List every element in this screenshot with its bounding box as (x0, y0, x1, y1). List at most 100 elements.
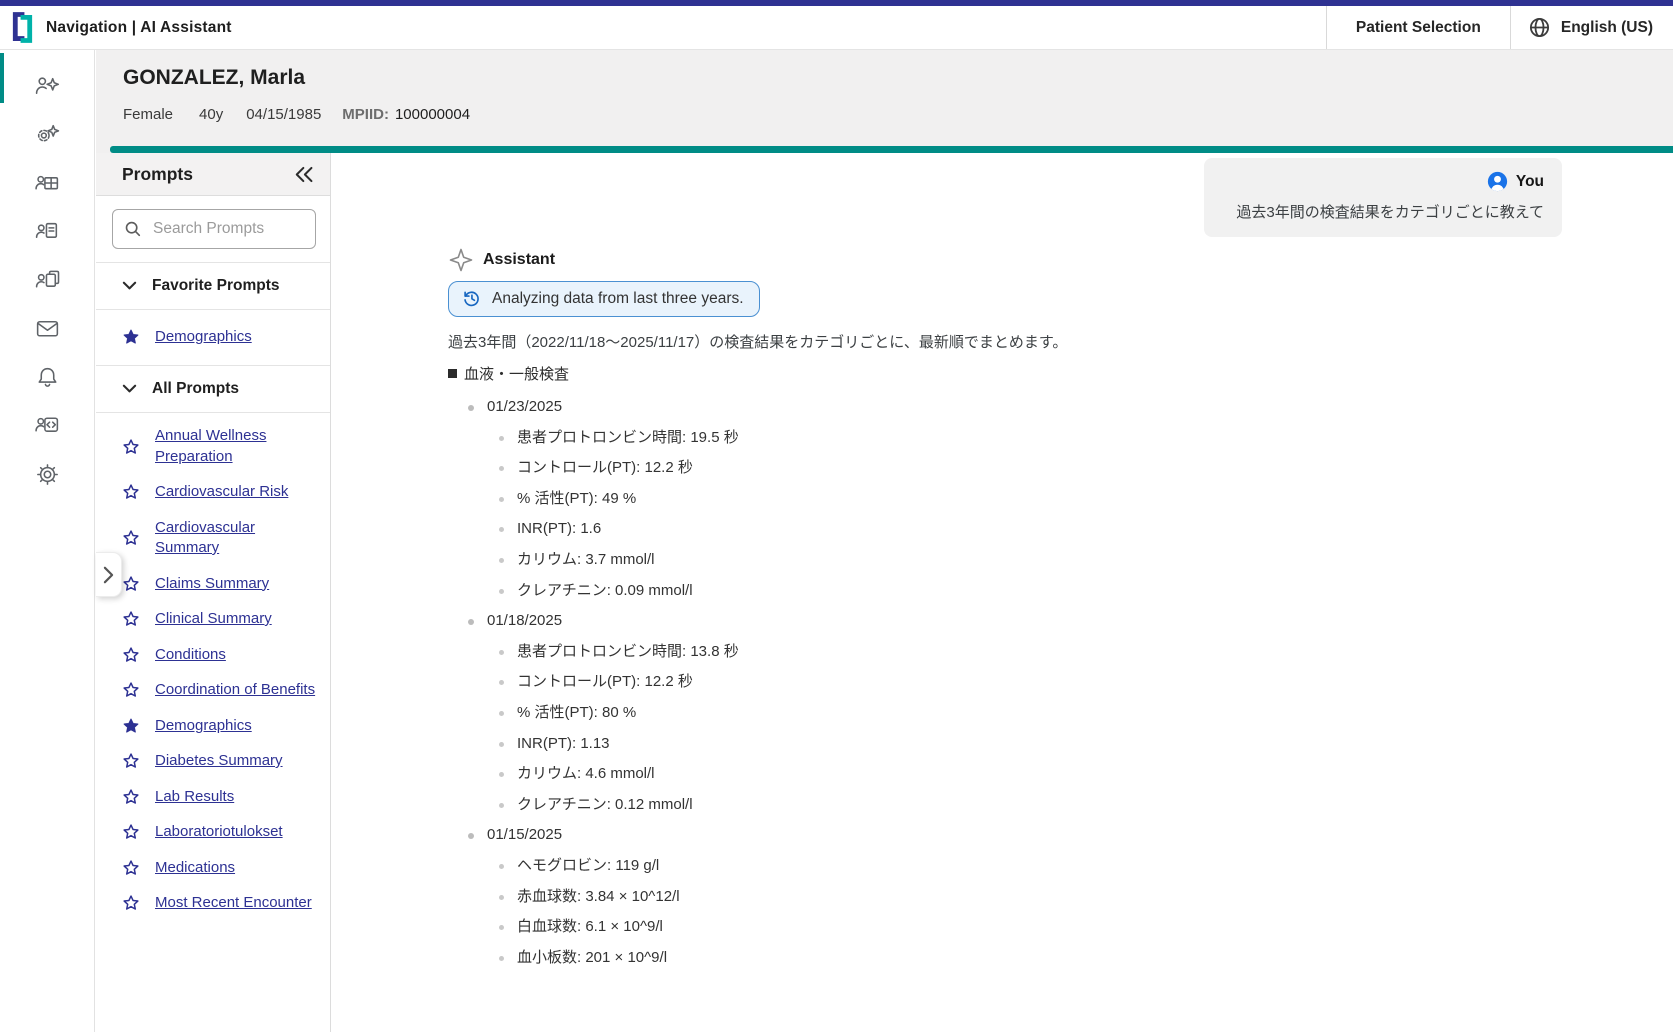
all-prompts-section-toggle[interactable]: All Prompts (96, 366, 330, 412)
lab-result-item: コントロール(PT): 12.2 秒 (498, 667, 1428, 698)
prompt-list-item: Cardiovascular Summary (96, 510, 330, 566)
prompt-link[interactable]: Lab Results (155, 787, 234, 808)
star-outline-icon[interactable] (122, 575, 140, 593)
patient-mpiid-label: MPIID: (342, 106, 389, 123)
lab-category-title: 血液・一般検査 (464, 363, 569, 384)
rail-item-settings[interactable] (0, 450, 94, 499)
favorite-prompts-section-toggle[interactable]: Favorite Prompts (96, 263, 330, 309)
prompt-list-item: Coordination of Benefits (96, 673, 330, 709)
lab-result-item: 患者プロトロンビン時間: 19.5 秒 (498, 423, 1428, 454)
patient-meta: Female 40y 04/15/1985 MPIID: 100000004 (123, 106, 470, 123)
assistant-intro-text: 過去3年間（2022/11/18～2025/11/17）の検査結果をカテゴリごと… (448, 332, 1428, 353)
star-outline-icon[interactable] (122, 894, 140, 912)
lab-date-group: 01/15/2025 ヘモグロビン: 119 g/l赤血球数: 3.84 × 1… (466, 820, 1428, 973)
prompt-list-item: Cardiovascular Risk (96, 475, 330, 511)
all-prompts-list: Annual Wellness Preparation Cardiovascul… (96, 413, 330, 928)
star-filled-icon[interactable] (122, 328, 140, 346)
prompt-list-item: Demographics (96, 315, 330, 360)
prompt-link[interactable]: Annual Wellness Preparation (155, 426, 320, 467)
search-icon (124, 220, 142, 238)
lab-date-results: ヘモグロビン: 119 g/l赤血球数: 3.84 × 10^12/l白血球数:… (466, 851, 1428, 973)
chat-area: You 過去3年間の検査結果をカテゴリごとに教えて Assistant Anal… (332, 153, 1673, 1032)
lab-result-item: カリウム: 4.6 mmol/l (498, 759, 1428, 790)
lab-result-item: 血小板数: 201 × 10^9/l (498, 943, 1428, 974)
chevron-down-icon (122, 384, 137, 394)
patient-selection-button[interactable]: Patient Selection (1326, 6, 1511, 49)
favorite-prompts-list: Demographics (96, 310, 330, 365)
rail-item-messages[interactable] (0, 305, 94, 354)
star-outline-icon[interactable] (122, 788, 140, 806)
prompt-link[interactable]: Claims Summary (155, 574, 269, 595)
lab-result-item: 白血球数: 6.1 × 10^9/l (498, 912, 1428, 943)
patient-document-icon (34, 218, 61, 245)
star-outline-icon[interactable] (122, 823, 140, 841)
language-selector[interactable]: English (US) (1511, 6, 1673, 49)
prompt-list-item: Laboratoriotulokset (96, 815, 330, 851)
rail-item-patient-worklist[interactable] (0, 159, 94, 208)
lab-date: 01/15/2025 (466, 820, 1428, 851)
lab-result-item: クレアチニン: 0.12 mmol/l (498, 790, 1428, 821)
prompt-list-item: Lab Results (96, 779, 330, 815)
prompt-link[interactable]: Cardiovascular Risk (155, 482, 288, 503)
brand: Navigation | AI Assistant (0, 11, 232, 44)
rail-item-patient-document[interactable] (0, 208, 94, 257)
star-outline-icon[interactable] (122, 681, 140, 699)
prompt-link[interactable]: Coordination of Benefits (155, 680, 315, 701)
star-outline-icon[interactable] (122, 610, 140, 628)
prompt-link[interactable]: Most Recent Encounter (155, 893, 312, 914)
prompt-link[interactable]: Cardiovascular Summary (155, 518, 320, 559)
prompt-link[interactable]: Diabetes Summary (155, 751, 283, 772)
star-outline-icon[interactable] (122, 483, 140, 501)
favorite-prompts-header: Favorite Prompts (152, 277, 279, 295)
prompt-link[interactable]: Laboratoriotulokset (155, 822, 283, 843)
prompt-list-item: Claims Summary (96, 566, 330, 602)
star-filled-icon[interactable] (122, 717, 140, 735)
ai-assistant-icon (34, 73, 61, 100)
prompt-search-box[interactable] (112, 209, 316, 249)
search-input[interactable] (151, 219, 304, 239)
lab-result-item: カリウム: 3.7 mmol/l (498, 545, 1428, 576)
prompt-link[interactable]: Conditions (155, 645, 226, 666)
assistant-sparkle-icon (448, 247, 474, 273)
chevron-down-icon (122, 281, 137, 291)
lab-category-header: 血液・一般検査 (448, 363, 1428, 384)
rail-item-patient-coding[interactable] (0, 402, 94, 451)
star-outline-icon[interactable] (122, 529, 140, 547)
star-outline-icon[interactable] (122, 859, 140, 877)
collapse-panel-icon[interactable] (295, 166, 314, 183)
rail-item-ai-agents[interactable] (0, 111, 94, 160)
prompts-panel-header: Prompts (96, 153, 330, 196)
prompt-link[interactable]: Clinical Summary (155, 609, 272, 630)
prompt-list-item: Diabetes Summary (96, 744, 330, 780)
globe-icon (1528, 16, 1551, 39)
rail-item-notifications[interactable] (0, 353, 94, 402)
patient-header: GONZALEZ, Marla Female 40y 04/15/1985 MP… (96, 50, 1673, 153)
patient-dob: 04/15/1985 (246, 106, 321, 123)
prompt-link[interactable]: Demographics (155, 716, 252, 737)
expand-sidebar-handle[interactable] (96, 552, 122, 597)
star-outline-icon[interactable] (122, 752, 140, 770)
rail-item-patient-records[interactable] (0, 256, 94, 305)
star-outline-icon[interactable] (122, 646, 140, 664)
user-avatar-icon (1487, 171, 1508, 192)
rail-item-ai-assistant[interactable] (0, 62, 94, 111)
star-outline-icon[interactable] (122, 438, 140, 456)
mail-icon (34, 315, 61, 342)
user-sender-label: You (1516, 173, 1544, 191)
lab-date-group: 01/23/2025 患者プロトロンビン時間: 19.5 秒コントロール(PT)… (466, 392, 1428, 606)
teal-divider-bar (110, 146, 1673, 153)
user-message-text: 過去3年間の検査結果をカテゴリごとに教えて (1222, 201, 1544, 222)
prompt-list-item: Conditions (96, 637, 330, 673)
app-logo-icon (10, 11, 35, 44)
prompt-list-item: Most Recent Encounter (96, 886, 330, 922)
user-message-bubble: You 過去3年間の検査結果をカテゴリごとに教えて (1204, 158, 1562, 237)
top-bar-right: Patient Selection English (US) (1326, 6, 1673, 49)
lab-result-item: 赤血球数: 3.84 × 10^12/l (498, 882, 1428, 913)
prompt-link[interactable]: Demographics (155, 327, 252, 348)
chevron-right-icon (103, 566, 114, 584)
user-message-header: You (1222, 171, 1544, 192)
prompt-link[interactable]: Medications (155, 858, 235, 879)
lab-date-results: 患者プロトロンビン時間: 19.5 秒コントロール(PT): 12.2 秒% 活… (466, 423, 1428, 607)
lab-result-item: % 活性(PT): 80 % (498, 698, 1428, 729)
prompts-title: Prompts (122, 164, 193, 185)
